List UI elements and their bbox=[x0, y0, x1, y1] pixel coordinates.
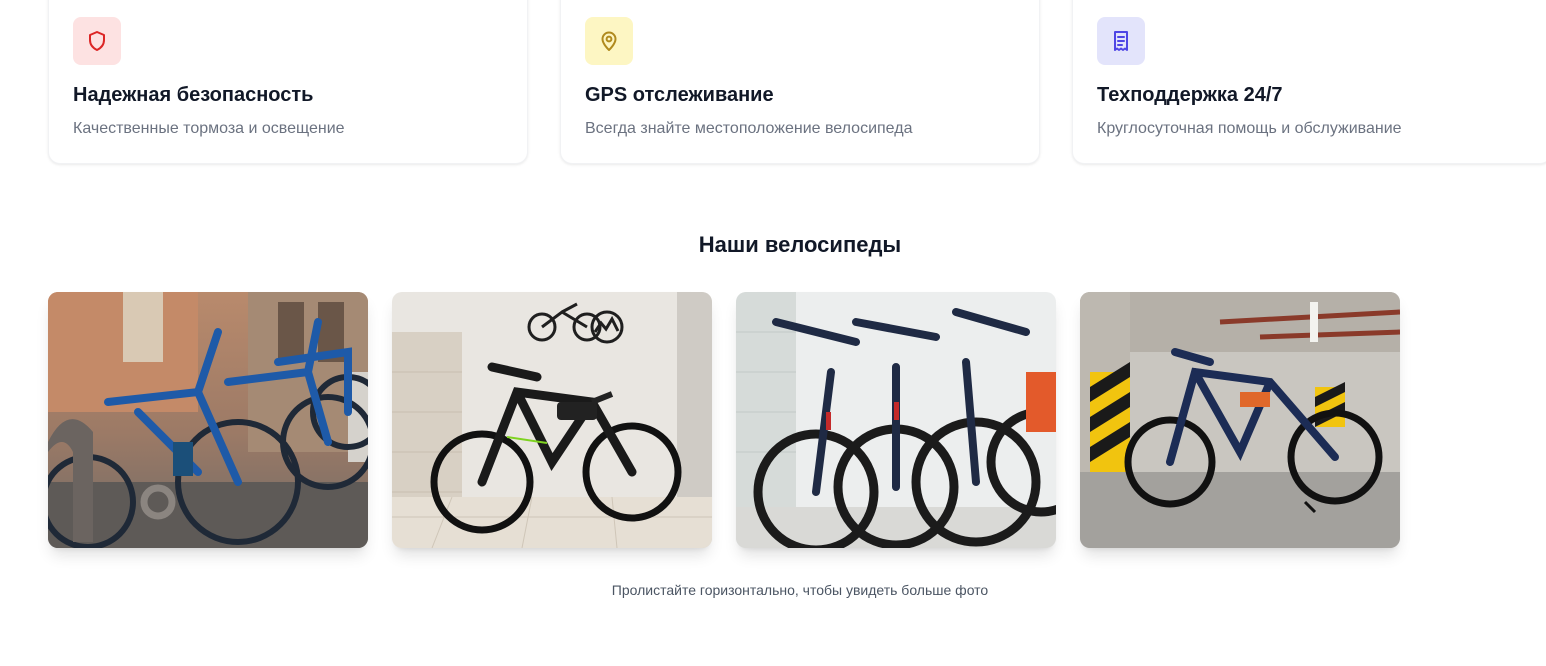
feature-title: Надежная безопасность bbox=[73, 84, 314, 106]
feature-title: Техподдержка 24/7 bbox=[1097, 84, 1283, 106]
scroll-hint: Пролистайте горизонтально, чтобы увидеть… bbox=[611, 582, 989, 598]
feature-card-security: Надежная безопасность Качественные тормо… bbox=[48, 0, 528, 164]
receipt-icon bbox=[1114, 31, 1128, 51]
feature-card-gps: GPS отслеживание Всегда знайте местополо… bbox=[560, 0, 1040, 164]
features-row: Надежная безопасность Качественные тормо… bbox=[48, 0, 1546, 164]
feature-description: Всегда знайте местоположение велосипеда bbox=[585, 120, 913, 137]
map-pin-icon bbox=[601, 31, 617, 51]
feature-title: GPS отслеживание bbox=[585, 84, 774, 106]
bike-photo-wall-logo[interactable] bbox=[392, 292, 712, 548]
feature-icon-box bbox=[585, 17, 633, 65]
bike-photo-street[interactable] bbox=[48, 292, 368, 548]
bike-gallery[interactable] bbox=[48, 292, 1400, 548]
shield-icon bbox=[89, 31, 105, 51]
feature-icon-box bbox=[1097, 17, 1145, 65]
bike-photo-row[interactable] bbox=[736, 292, 1056, 548]
feature-description: Качественные тормоза и освещение bbox=[73, 120, 345, 137]
feature-icon-box bbox=[73, 17, 121, 65]
bike-photo-parking[interactable] bbox=[1080, 292, 1400, 548]
gallery-title: Наши велосипеды bbox=[698, 232, 902, 257]
feature-card-support: Техподдержка 24/7 Круглосуточная помощь … bbox=[1072, 0, 1546, 164]
feature-description: Круглосуточная помощь и обслуживание bbox=[1097, 120, 1402, 137]
